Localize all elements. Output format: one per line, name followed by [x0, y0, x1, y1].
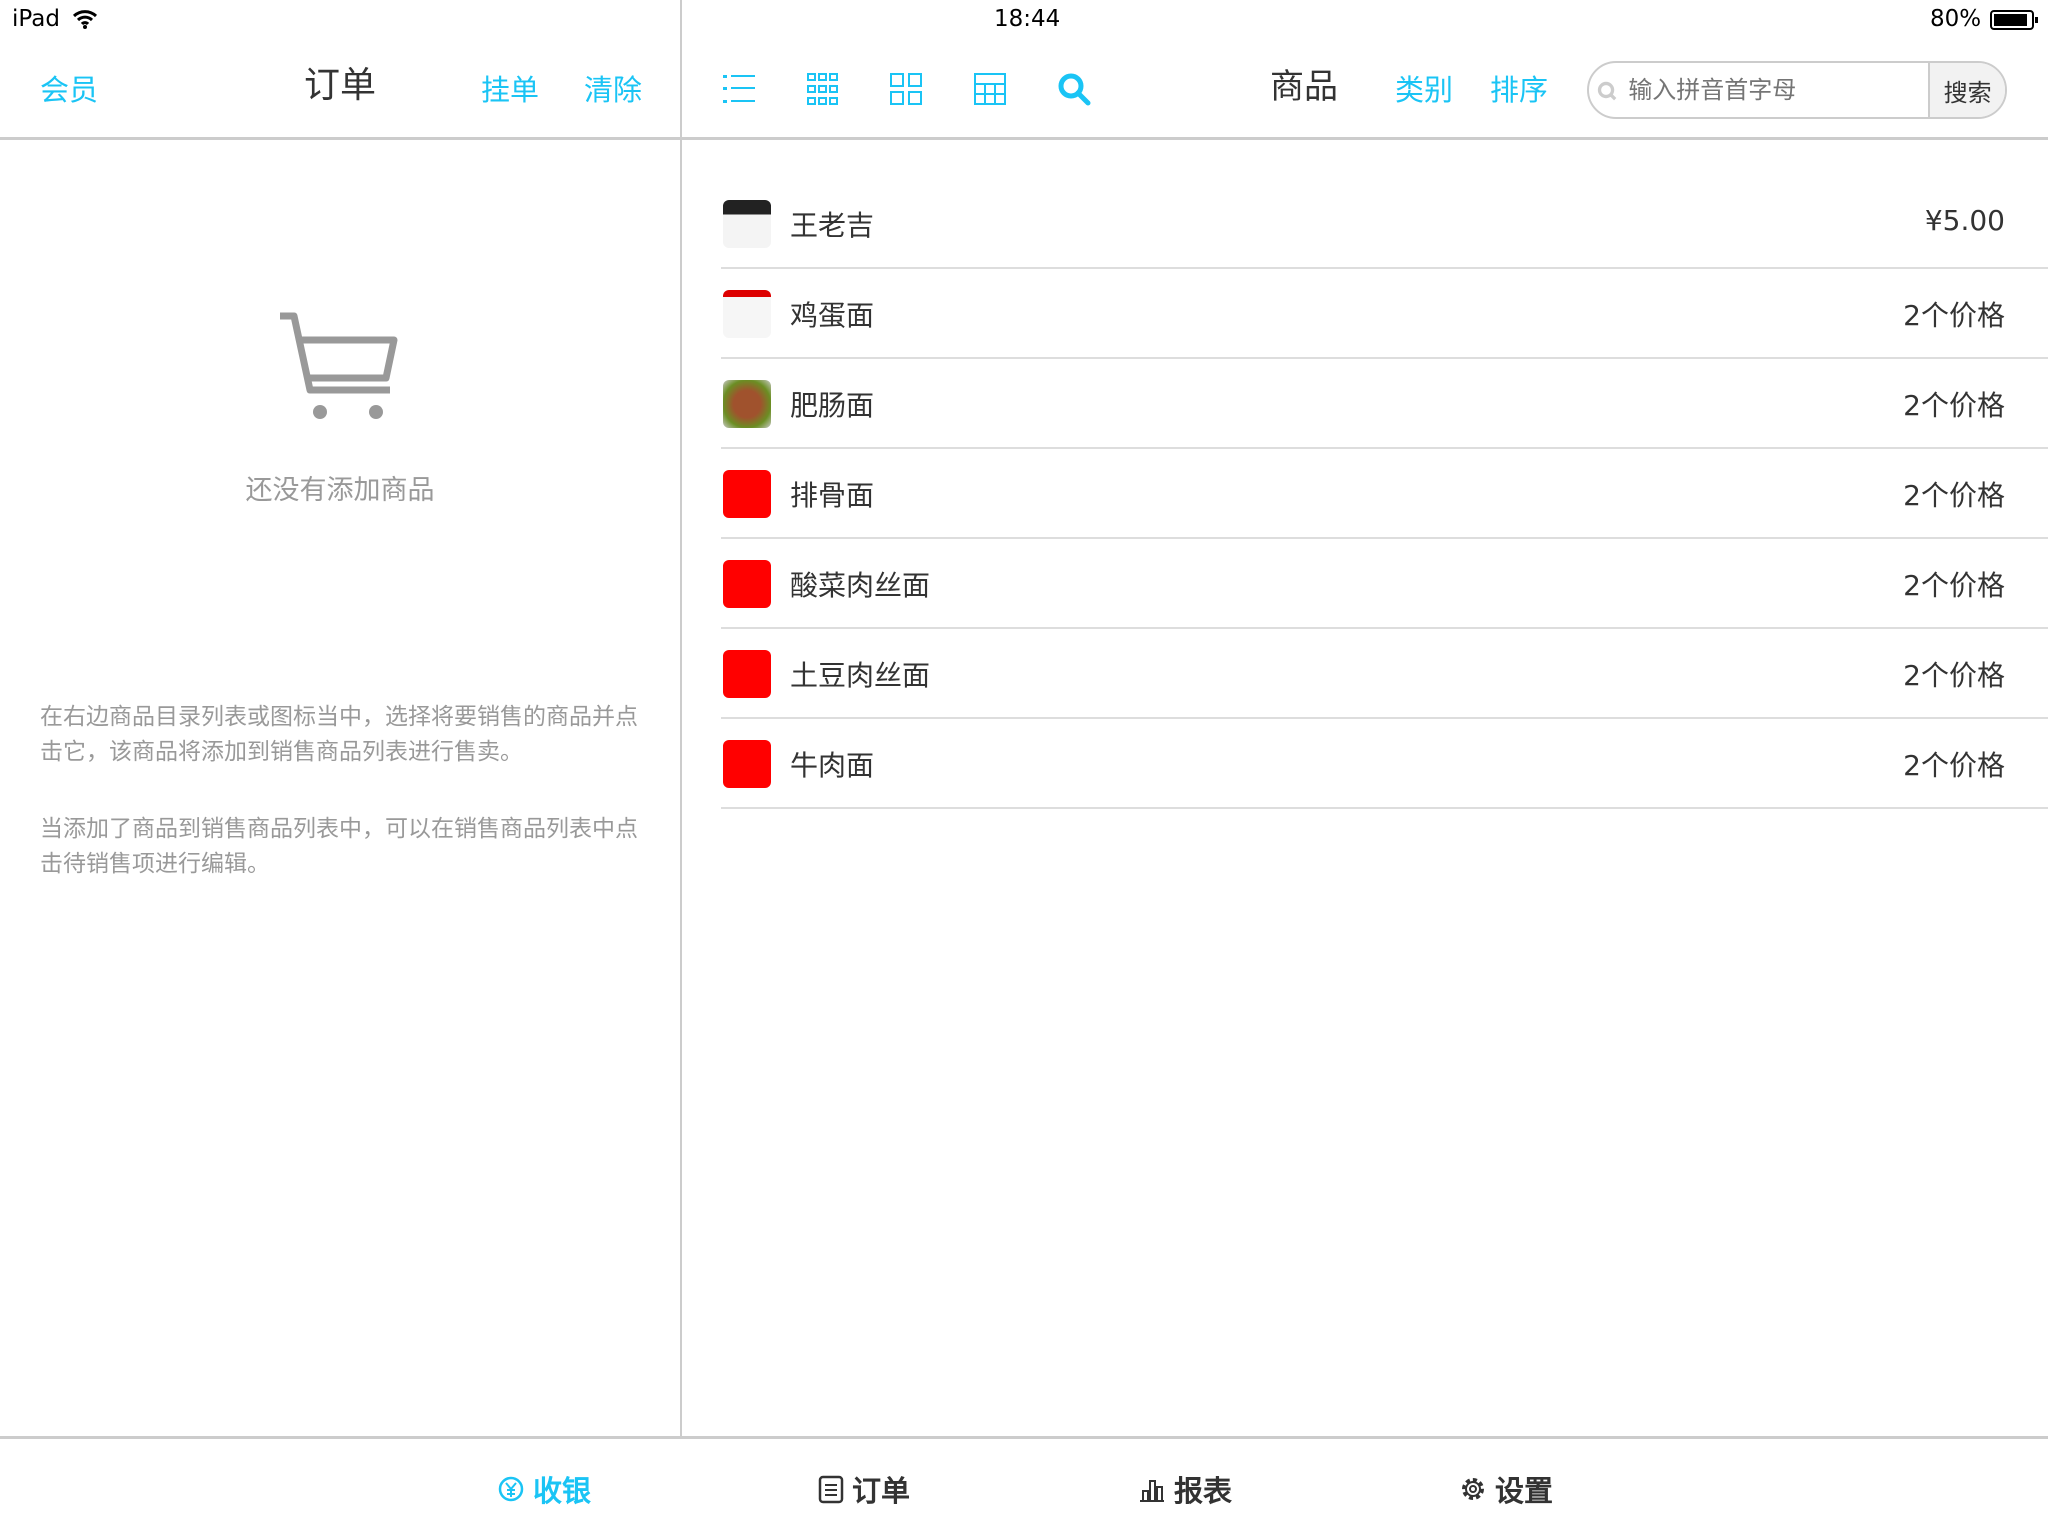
product-thumbnail — [723, 740, 771, 788]
battery-icon — [1990, 10, 2038, 30]
clipboard-icon — [818, 1475, 844, 1504]
product-row[interactable]: 排骨面 2个价格 — [721, 449, 2048, 539]
clock: 18:44 — [994, 6, 1061, 32]
empty-cart-message: 还没有添加商品 — [245, 475, 435, 506]
sort-button[interactable]: 排序 — [1490, 70, 1548, 110]
battery-percent: 80% — [1930, 6, 1982, 32]
panel-divider — [680, 0, 682, 1437]
product-thumbnail — [723, 650, 771, 698]
product-price: 2个价格 — [1903, 299, 2005, 332]
search-box: 搜索 — [1587, 61, 2007, 119]
product-row[interactable]: 牛肉面 2个价格 — [721, 719, 2048, 809]
tab-checkout[interactable]: 收银 — [497, 1468, 591, 1510]
search-button[interactable]: 搜索 — [1928, 63, 2005, 117]
product-row[interactable]: 土豆肉丝面 2个价格 — [721, 629, 2048, 719]
tab-orders[interactable]: 订单 — [818, 1468, 910, 1510]
wifi-icon — [72, 10, 98, 29]
product-price: 2个价格 — [1903, 479, 2005, 512]
order-title: 订单 — [304, 65, 377, 106]
search-input[interactable] — [1628, 63, 1929, 117]
product-price: 2个价格 — [1903, 389, 2005, 422]
bar-chart-icon — [1140, 1480, 1164, 1502]
yen-circle-icon — [498, 1476, 524, 1502]
product-name: 王老吉 — [790, 209, 875, 242]
product-row[interactable]: 鸡蛋面 2个价格 — [721, 269, 2048, 359]
tabbar-divider — [0, 1436, 2048, 1439]
category-button[interactable]: 类别 — [1395, 70, 1453, 110]
gear-icon — [1462, 1478, 1484, 1500]
search-icon[interactable] — [1057, 72, 1091, 106]
help-text-2: 当添加了商品到销售商品列表中，可以在销售商品列表中点击待销售项进行编辑。 — [40, 816, 638, 877]
clear-button[interactable]: 清除 — [584, 70, 642, 110]
table-view-icon[interactable] — [973, 72, 1007, 106]
product-row[interactable]: 王老吉 ¥5.00 — [721, 179, 2048, 269]
product-row[interactable]: 酸菜肉丝面 2个价格 — [721, 539, 2048, 629]
product-price: 2个价格 — [1903, 749, 2005, 782]
product-name: 鸡蛋面 — [790, 299, 875, 332]
product-name: 排骨面 — [790, 479, 875, 512]
product-thumbnail — [723, 200, 771, 248]
product-row[interactable]: 肥肠面 2个价格 — [721, 359, 2048, 449]
product-price: 2个价格 — [1903, 569, 2005, 602]
tab-label: 订单 — [852, 1474, 911, 1508]
product-thumbnail — [723, 560, 771, 608]
tab-label: 设置 — [1495, 1474, 1554, 1508]
product-name: 土豆肉丝面 — [790, 659, 931, 692]
member-button[interactable]: 会员 — [40, 70, 98, 110]
product-name: 肥肠面 — [790, 389, 875, 422]
header-divider — [0, 137, 2048, 140]
tab-label: 报表 — [1174, 1474, 1233, 1508]
product-thumbnail — [723, 470, 771, 518]
help-text-1: 在右边商品目录列表或图标当中，选择将要销售的商品并点击它，该商品将添加到销售商品… — [40, 704, 638, 765]
large-grid-icon[interactable] — [889, 72, 923, 106]
device-name: iPad — [12, 6, 60, 32]
product-price: ¥5.00 — [1924, 204, 2005, 237]
tab-reports[interactable]: 报表 — [1138, 1468, 1232, 1510]
products-title: 商品 — [1270, 67, 1338, 107]
tab-settings[interactable]: 设置 — [1459, 1468, 1553, 1510]
small-grid-icon[interactable] — [806, 72, 840, 106]
product-thumbnail — [723, 290, 771, 338]
product-thumbnail — [723, 380, 771, 428]
product-name: 酸菜肉丝面 — [790, 569, 931, 602]
product-price: 2个价格 — [1903, 659, 2005, 692]
shopping-cart-icon — [280, 312, 398, 419]
hold-order-button[interactable]: 挂单 — [481, 70, 539, 110]
search-field-icon — [1597, 81, 1617, 101]
product-name: 牛肉面 — [790, 749, 875, 782]
list-view-icon[interactable] — [722, 72, 756, 106]
tab-label: 收银 — [533, 1474, 592, 1508]
